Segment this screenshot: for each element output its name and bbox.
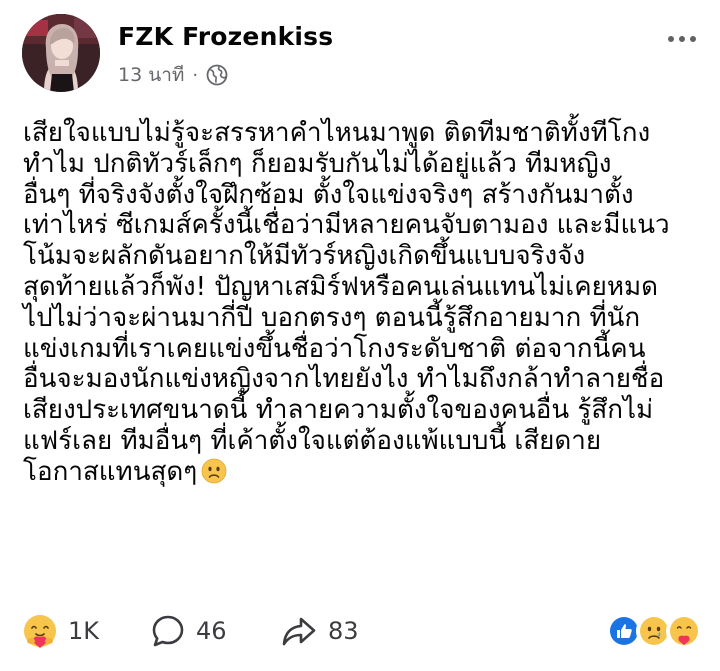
share-button[interactable]: 83 [280,612,359,650]
comment-icon [152,615,184,647]
post-text-line: เสียใจแบบไม่รู้จะสรรหาคำไหนมาพูด ติดทีมช… [23,118,651,148]
post-card: FZK Frozenkiss 13 นาที · เสียใจแบบไม่รู้… [0,0,720,671]
meta-separator: · [192,64,199,86]
post-header: FZK Frozenkiss 13 นาที · [22,14,702,94]
post-text-line: อื่นจะมองนักแข่งหญิงจากไทยยังไง ทำไมถึงก… [23,364,665,395]
more-dot-icon [679,36,685,42]
share-icon [282,617,316,646]
globe-icon [206,64,228,86]
post-text-line: แฟร์เลย ทีมอื่นๆ ที่เค้าตั้งใจแต่ต้องแพ้… [23,425,602,456]
post-text-line: อื่นๆ ที่จริงจังตั้งใจฝึกซ้อม ตั้งใจแข่ง… [23,179,634,210]
post-text: เสียใจแบบไม่รู้จะสรรหาคำไหนมาพูด ติดทีมช… [23,118,703,488]
more-options-button[interactable] [662,24,702,54]
post-text-segment: โอกาสแทนสุดๆ [23,456,198,487]
share-count: 83 [328,617,359,645]
reaction-count: 1K [68,617,100,645]
more-dot-icon [668,36,674,42]
author-name[interactable]: FZK Frozenkiss [118,22,333,51]
reaction-icons[interactable] [606,612,702,650]
avatar-photo [22,14,100,92]
comment-button[interactable]: 46 [150,612,227,650]
post-footer: 1K 46 83 [22,608,702,654]
sad-face-icon [201,458,227,484]
post-text-line: แข่งเกมที่เราเคยแข่งขึ้นชื่อว่าโกงระดับช… [23,333,646,364]
post-text-line: ไปไม่ว่าจะผ่านมากี่ปี บอกตรงๆ ตอนนี้รู้ส… [23,302,641,333]
post-timestamp[interactable]: 13 นาที [118,60,184,90]
reactions-stat[interactable]: 1K [22,612,99,650]
more-dot-icon [690,36,696,42]
post-text-line-last: โอกาสแทนสุดๆ [23,457,703,488]
comment-count: 46 [196,617,227,645]
post-meta: 13 นาที · [118,62,228,88]
post-text-line: สุดท้ายแล้วก็พัง! ปัญหาเสมิร์ฟหรือคนเล่น… [23,271,658,302]
post-text-line: โน้มจะผลักดันอยากให้มีทัวร์หญิงเกิดขึ้นแ… [23,241,586,272]
care-icon [666,613,702,649]
profile-avatar[interactable] [22,14,100,92]
post-text-line: เท่าไหร่ ซีเกมส์ครั้งนี้เชื่อว่ามีหลายคน… [23,210,670,241]
post-text-line: เสียงประเทศขนาดนี้ ทำลายความตั้งใจของคนอ… [23,395,654,426]
post-text-line: ทำไม ปกติทัวร์เล็กๆ ก็ยอมรับกันไม่ได้อยู… [23,148,612,179]
care-icon [24,615,56,648]
